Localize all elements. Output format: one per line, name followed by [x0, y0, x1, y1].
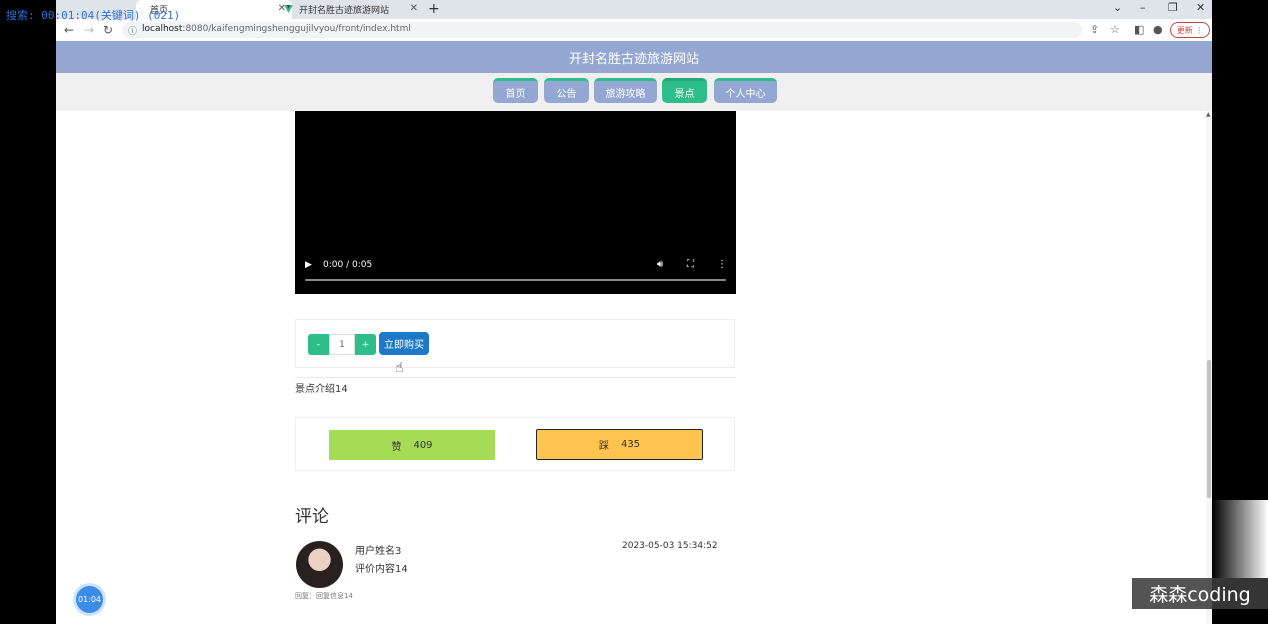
- like-button[interactable]: 赞 409: [329, 430, 495, 460]
- like-count: 409: [413, 439, 433, 451]
- volume-icon[interactable]: 🔊︎: [657, 259, 663, 270]
- comment-username: 用户姓名3: [355, 546, 402, 557]
- nav-guides[interactable]: 旅游攻略: [594, 78, 657, 103]
- avatar: [296, 541, 343, 588]
- side-panel-icon[interactable]: ◧: [1134, 23, 1144, 36]
- minimize-icon[interactable]: –: [1140, 1, 1146, 14]
- hand-cursor-icon: ☝: [395, 360, 404, 376]
- close-window-icon[interactable]: ✕: [1196, 1, 1205, 14]
- dislike-button[interactable]: 踩 435: [536, 429, 703, 460]
- update-button[interactable]: 更新 ⋮: [1170, 22, 1210, 38]
- back-icon[interactable]: ←: [64, 23, 74, 37]
- restore-icon[interactable]: ❐: [1168, 1, 1178, 14]
- video-time: 0:00 / 0:05: [323, 260, 373, 270]
- attraction-intro: 景点介绍14: [295, 384, 348, 395]
- more-options-icon[interactable]: ⋮: [717, 259, 727, 270]
- recorder-overlay-text: 搜索: 00:01:04(关键词) (021): [6, 9, 181, 22]
- close-tab-icon[interactable]: ✕: [410, 3, 418, 14]
- url-path: :8080/kaifengmingshenggujilvyou/front/in…: [182, 24, 411, 34]
- like-label: 赞: [391, 441, 402, 453]
- purchase-panel: - 1 + 立即购买: [295, 319, 735, 368]
- fullscreen-icon[interactable]: ⛶: [687, 259, 694, 270]
- vote-panel: 赞 409 踩 435: [295, 417, 735, 471]
- vue-logo-icon: [284, 5, 293, 14]
- nav-home[interactable]: 首页: [493, 78, 538, 103]
- nav-profile[interactable]: 个人中心: [714, 78, 777, 103]
- tab-bar: 首页 ✕ 开封名胜古迹旅游网站 ✕ + ⌄ – ❐ ✕: [56, 0, 1212, 19]
- recording-timer[interactable]: 01:04: [76, 586, 103, 613]
- url-input[interactable]: ⓘ localhost:8080/kaifengmingshenggujilvy…: [122, 22, 1082, 38]
- reload-icon[interactable]: ↻: [103, 23, 113, 37]
- profile-icon[interactable]: ●: [1153, 23, 1163, 36]
- forward-icon[interactable]: →: [84, 23, 94, 37]
- comment-date: 2023-05-03 15:34:52: [622, 541, 718, 551]
- video-progress-bar[interactable]: [305, 279, 726, 281]
- quantity-input[interactable]: 1: [329, 334, 355, 355]
- dislike-count: 435: [620, 439, 641, 450]
- new-tab-icon[interactable]: +: [428, 1, 440, 17]
- browser-window: 首页 ✕ 开封名胜古迹旅游网站 ✕ + ⌄ – ❐ ✕ ← → ↻ ⓘ loca…: [56, 0, 1212, 624]
- video-player[interactable]: ▶ 0:00 / 0:05 🔊︎ ⛶ ⋮: [295, 111, 736, 294]
- nav-notice[interactable]: 公告: [544, 78, 589, 103]
- quantity-decrease-button[interactable]: -: [308, 334, 329, 355]
- buy-now-button[interactable]: 立即购买: [379, 332, 429, 355]
- address-bar: ← → ↻ ⓘ localhost:8080/kaifengmingshengg…: [56, 19, 1212, 42]
- tab-label: 开封名胜古迹旅游网站: [299, 6, 390, 16]
- tab-search-icon[interactable]: ⌄: [1113, 1, 1122, 14]
- watermark: 森森coding: [1132, 578, 1268, 609]
- divider: [295, 377, 735, 378]
- nav-attractions[interactable]: 景点: [662, 78, 707, 103]
- blur-overlay: [1212, 500, 1268, 578]
- main-nav: 首页 公告 旅游攻略 景点 个人中心: [56, 73, 1212, 111]
- site-title: 开封名胜古迹旅游网站: [56, 41, 1212, 73]
- scroll-up-icon[interactable]: ▲: [1206, 111, 1211, 118]
- comment-reply: 回复：回复信息14: [295, 592, 353, 600]
- comment-text: 评价内容14: [355, 564, 408, 575]
- dislike-label: 踩: [598, 441, 609, 452]
- share-icon[interactable]: ⇪: [1090, 23, 1099, 36]
- comments-heading: 评论: [295, 507, 329, 527]
- scrollbar-thumb[interactable]: [1207, 360, 1211, 498]
- play-icon[interactable]: ▶: [305, 260, 312, 270]
- site-info-icon[interactable]: ⓘ: [128, 24, 137, 37]
- bookmark-star-icon[interactable]: ☆: [1110, 23, 1120, 36]
- quantity-increase-button[interactable]: +: [355, 334, 376, 355]
- tab-site[interactable]: 开封名胜古迹旅游网站 ✕: [278, 0, 424, 19]
- url-host: localhost: [142, 24, 183, 34]
